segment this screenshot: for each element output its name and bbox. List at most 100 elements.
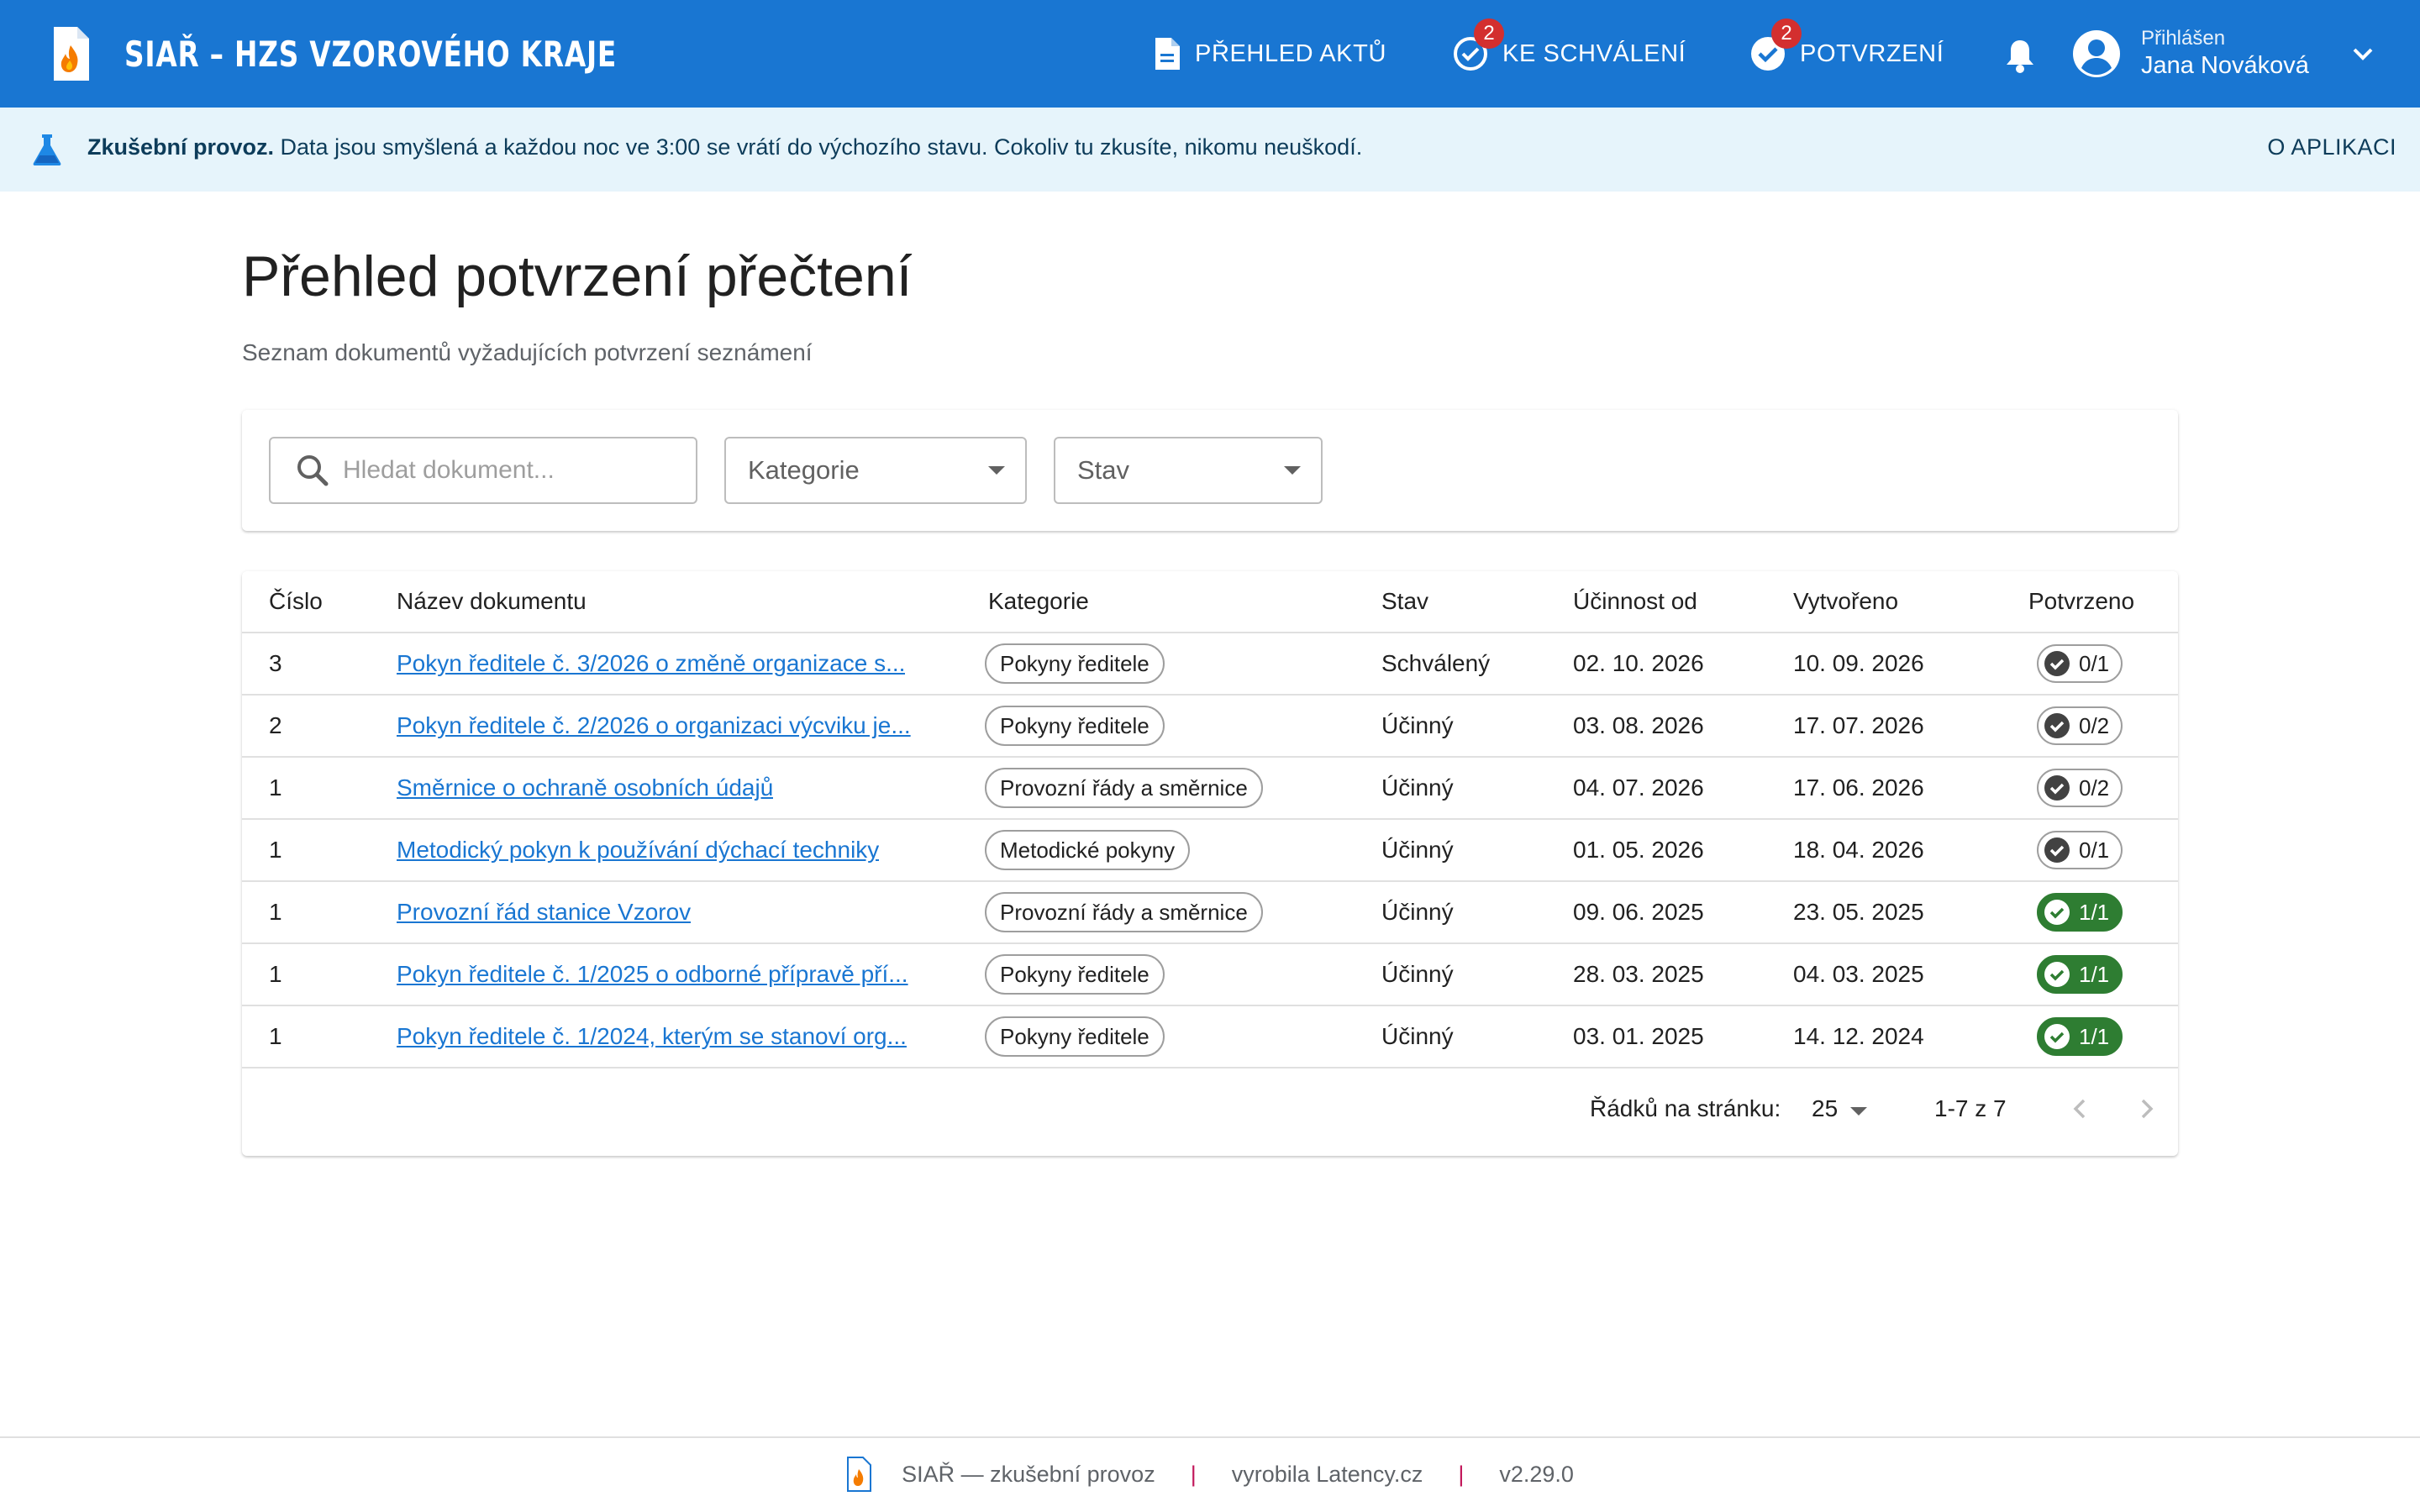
trial-banner: Zkušební provoz. Data jsou smyšlená a ka…	[0, 108, 2420, 192]
table-row[interactable]: 1 Směrnice o ochraně osobních údajů Provoz…	[242, 758, 2178, 820]
cell-state: Účinný	[1381, 712, 1454, 738]
cell-confirmed: 0/2	[2037, 758, 2123, 818]
table-row[interactable]: 1 Provozní řád stanice Vzorov Provozní řád…	[242, 882, 2178, 944]
column-header-confirmed[interactable]: Potvrzeno	[2028, 571, 2134, 632]
bell-icon[interactable]	[2003, 37, 2037, 74]
cell-name: Směrnice o ochraně osobních údajů	[397, 758, 773, 818]
cell-number: 1	[269, 1023, 282, 1049]
dropdown-arrow-icon	[1284, 466, 1301, 475]
document-link[interactable]: Metodický pokyn k používání dýchací tech…	[397, 837, 879, 864]
pending-count-badge: 2	[1474, 18, 1504, 49]
cell-created: 14. 12. 2024	[1793, 1023, 1924, 1049]
document-link[interactable]: Pokyn ředitele č. 2/2026 o organizaci vý…	[397, 712, 911, 739]
footer-separator: |	[1190, 1461, 1197, 1487]
chevron-right-icon[interactable]	[2129, 1092, 2163, 1126]
column-header-category[interactable]: Kategorie	[988, 571, 1089, 632]
category-select-label: Kategorie	[748, 455, 860, 485]
cell-confirmed: 1/1	[2037, 944, 2123, 1005]
nav-potvrzeni[interactable]: 2 POTVRZENÍ	[1749, 0, 1944, 108]
confirmation-badge: 1/1	[2037, 893, 2123, 932]
confirmation-badge: 0/2	[2037, 706, 2123, 745]
cell-category: Pokyny ředitele	[985, 696, 1165, 756]
footer-vendor-link[interactable]: vyrobila Latency.cz	[1232, 1462, 1423, 1488]
about-link[interactable]: O APLIKACI	[2267, 134, 2396, 160]
search-field[interactable]	[269, 437, 697, 504]
page-subtitle: Seznam dokumentů vyžadujících potvrzení …	[242, 339, 813, 365]
state-select[interactable]: Stav	[1054, 437, 1323, 504]
cell-category: Pokyny ředitele	[985, 633, 1165, 694]
rows-per-page-label: Řádků na stránku:	[1590, 1095, 1781, 1121]
document-link[interactable]: Pokyn ředitele č. 1/2024, kterým se stan…	[397, 1023, 907, 1050]
cell-state: Účinný	[1381, 1023, 1454, 1049]
search-input[interactable]	[343, 456, 679, 485]
cell-name: Pokyn ředitele č. 3/2026 o změně organiz…	[397, 633, 905, 694]
cell-created: 23. 05. 2025	[1793, 899, 1924, 925]
document-link[interactable]: Provozní řád stanice Vzorov	[397, 899, 691, 926]
table-row[interactable]: 3 Pokyn ředitele č. 3/2026 o změně organi…	[242, 633, 2178, 696]
page-range: 1-7 z 7	[1934, 1095, 2007, 1121]
column-header-number[interactable]: Číslo	[269, 571, 323, 632]
confirmation-count: 1/1	[2079, 961, 2110, 987]
confirmation-badge: 0/2	[2037, 769, 2123, 807]
cell-state: Schválený	[1381, 650, 1491, 676]
cell-effective: 01. 05. 2026	[1573, 837, 1704, 863]
nav-prehled-aktu[interactable]: PŘEHLED AKTŮ	[1153, 0, 1386, 108]
check-circle-icon	[2044, 651, 2070, 676]
dropdown-arrow-icon[interactable]	[1850, 1107, 1867, 1116]
chevron-left-icon[interactable]	[2064, 1092, 2097, 1126]
cell-effective: 09. 06. 2025	[1573, 899, 1704, 925]
column-header-effective[interactable]: Účinnost od	[1573, 571, 1697, 632]
document-link[interactable]: Pokyn ředitele č. 3/2026 o změně organiz…	[397, 650, 905, 677]
column-header-state[interactable]: Stav	[1381, 571, 1428, 632]
cell-confirmed: 0/1	[2037, 820, 2123, 880]
category-chip: Pokyny ředitele	[985, 1016, 1165, 1057]
rows-per-page-select[interactable]: 25	[1812, 1095, 1838, 1122]
category-chip: Pokyny ředitele	[985, 643, 1165, 684]
app-logo-icon	[847, 1457, 872, 1492]
cell-category: Provozní řády a směrnice	[985, 882, 1263, 942]
cell-category: Pokyny ředitele	[985, 944, 1165, 1005]
flask-icon	[33, 134, 61, 165]
cell-created: 17. 06. 2026	[1793, 774, 1924, 801]
user-menu[interactable]: Přihlášen Jana Nováková	[2072, 20, 2373, 87]
app-bar: SIAŘ – HZS VZOROVÉHO KRAJE PŘEHLED AKTŮ …	[0, 0, 2420, 108]
check-circle-icon	[2044, 775, 2070, 801]
confirmation-count: 1/1	[2079, 899, 2110, 925]
check-circle-outline-icon: 2	[1452, 18, 1504, 72]
cell-category: Metodické pokyny	[985, 820, 1191, 880]
footer: SIAŘ — zkušební provoz | vyrobila Latenc…	[0, 1453, 2420, 1495]
table-row[interactable]: 1 Pokyn ředitele č. 1/2025 o odborné příp…	[242, 944, 2178, 1006]
user-name: Jana Nováková	[2141, 52, 2309, 79]
table-row[interactable]: 1 Pokyn ředitele č. 1/2024, kterým se sta…	[242, 1006, 2178, 1068]
document-link[interactable]: Pokyn ředitele č. 1/2025 o odborné přípr…	[397, 961, 908, 988]
brand[interactable]: SIAŘ – HZS VZOROVÉHO KRAJE	[50, 25, 755, 82]
nav-ke-schvaleni[interactable]: 2 KE SCHVÁLENÍ	[1452, 0, 1686, 108]
cell-number: 1	[269, 899, 282, 925]
chevron-down-icon[interactable]	[2349, 40, 2376, 67]
category-chip: Provozní řády a směrnice	[985, 892, 1263, 932]
pagination: Řádků na stránku: 25 1-7 z 7	[242, 1072, 2178, 1156]
nav-label: PŘEHLED AKTŮ	[1195, 39, 1386, 67]
document-icon	[1155, 38, 1180, 70]
search-icon	[297, 455, 329, 486]
column-header-name[interactable]: Název dokumentu	[397, 571, 587, 632]
cell-confirmed: 1/1	[2037, 1006, 2123, 1067]
confirm-count-badge: 2	[1771, 18, 1802, 49]
confirmation-count: 0/1	[2079, 650, 2110, 676]
cell-effective: 28. 03. 2025	[1573, 961, 1704, 987]
confirmation-count: 0/1	[2079, 837, 2110, 863]
confirmation-badge: 0/1	[2037, 831, 2123, 869]
cell-state: Účinný	[1381, 899, 1454, 925]
user-caption: Přihlášen	[2141, 27, 2226, 50]
cell-created: 18. 04. 2026	[1793, 837, 1924, 863]
cell-name: Pokyn ředitele č. 1/2025 o odborné přípr…	[397, 944, 908, 1005]
document-link[interactable]: Směrnice o ochraně osobních údajů	[397, 774, 773, 801]
table-row[interactable]: 2 Pokyn ředitele č. 2/2026 o organizaci v…	[242, 696, 2178, 758]
cell-name: Pokyn ředitele č. 1/2024, kterým se stan…	[397, 1006, 907, 1067]
category-chip: Pokyny ředitele	[985, 954, 1165, 995]
table-row[interactable]: 1 Metodický pokyn k používání dýchací tec…	[242, 820, 2178, 882]
page-title: Přehled potvrzení přečtení	[242, 244, 913, 308]
column-header-created[interactable]: Vytvořeno	[1793, 571, 1898, 632]
check-circle-icon	[2044, 900, 2070, 925]
category-select[interactable]: Kategorie	[724, 437, 1027, 504]
